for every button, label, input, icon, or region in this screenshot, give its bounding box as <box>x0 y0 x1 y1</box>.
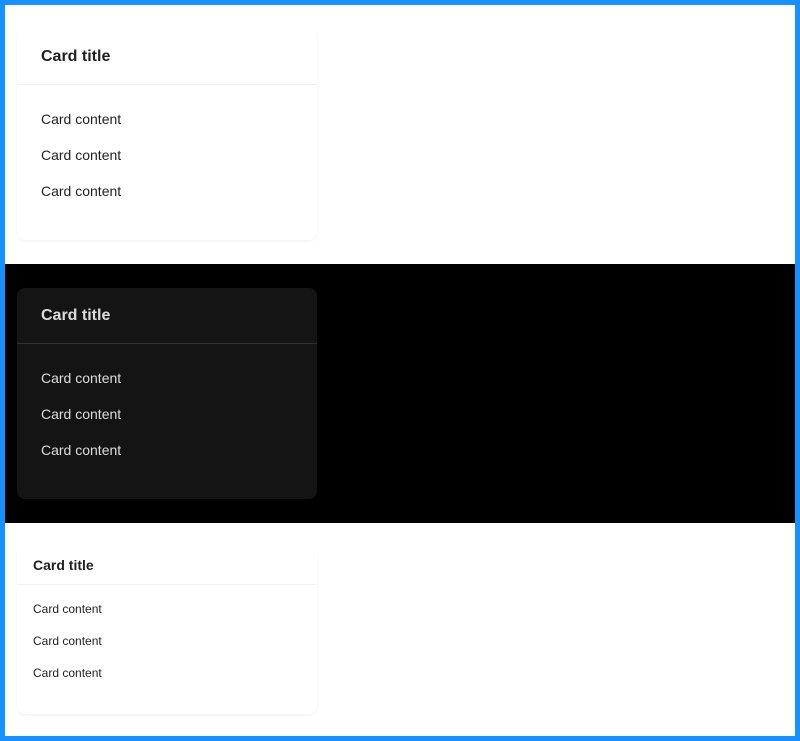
card-dark: Card title Card content Card content Car… <box>17 288 317 499</box>
card-title: Card title <box>33 557 94 573</box>
dark-theme-section: Card title Card content Card content Car… <box>5 264 795 523</box>
light-theme-section: Card title Card content Card content Car… <box>5 5 795 264</box>
card-content-line: Card content <box>33 666 102 680</box>
small-card-section: Card title Card content Card content Car… <box>5 523 795 736</box>
card-content-line: Card content <box>41 442 122 458</box>
card-content-line: Card content <box>41 183 122 199</box>
card-light: Card title Card content Card content Car… <box>17 29 317 240</box>
preview-frame: Card title Card content Card content Car… <box>5 5 795 736</box>
card-content-line: Card content <box>33 634 102 648</box>
card-content-line: Card content <box>41 370 122 386</box>
card-body: Card content Card content Card content <box>17 344 317 492</box>
card-title: Card title <box>41 47 111 65</box>
card-header: Card title <box>17 288 317 344</box>
card-content-line: Card content <box>41 111 122 127</box>
card-header: Card title <box>17 29 317 85</box>
card-body: Card content Card content Card content <box>17 85 317 233</box>
card-small: Card title Card content Card content Car… <box>17 546 317 714</box>
card-body: Card content Card content Card content <box>17 585 317 705</box>
card-content-line: Card content <box>41 147 122 163</box>
card-content-line: Card content <box>41 406 122 422</box>
card-content-line: Card content <box>33 602 102 616</box>
card-header: Card title <box>17 546 317 585</box>
card-title: Card title <box>41 306 111 324</box>
